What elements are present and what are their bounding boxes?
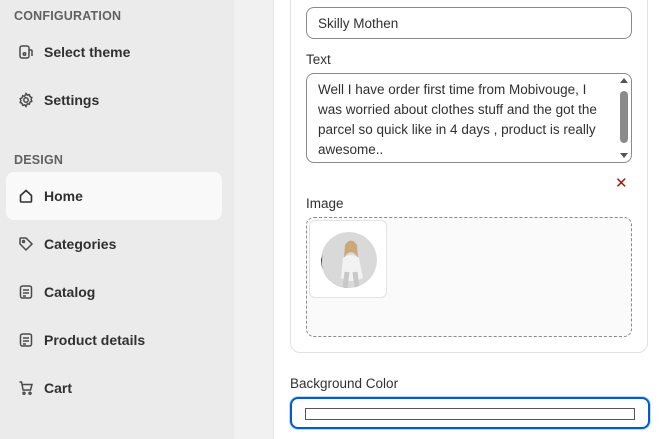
- sidebar-item-label: Categories: [44, 236, 117, 252]
- sidebar-item-label: Settings: [44, 92, 100, 108]
- sidebar-item-label: Product details: [44, 332, 146, 348]
- sidebar-item-settings[interactable]: Settings: [6, 76, 222, 124]
- sidebar-item-catalog[interactable]: Catalog: [6, 268, 222, 316]
- image-thumbnail[interactable]: [309, 220, 387, 298]
- editor-panel: Skilly Mothen Text Well I have order fir…: [275, 0, 660, 439]
- gear-icon: [18, 92, 34, 108]
- remove-icon[interactable]: ✕: [615, 174, 628, 192]
- name-input-value: Skilly Mothen: [318, 15, 399, 31]
- sidebar-item-label: Cart: [44, 380, 73, 396]
- textarea-content: Well I have order first time from Mobivo…: [318, 82, 597, 157]
- sidebar-item-home[interactable]: Home: [6, 172, 222, 220]
- background-color-input[interactable]: [290, 397, 650, 429]
- page-gutter: [234, 0, 274, 439]
- scroll-thumb[interactable]: [620, 91, 628, 143]
- design-heading: DESIGN: [14, 153, 64, 167]
- image-field-label: Image: [306, 196, 344, 211]
- name-input[interactable]: Skilly Mothen: [306, 7, 632, 39]
- color-swatch: [305, 408, 635, 420]
- background-color-label: Background Color: [290, 376, 399, 391]
- cart-icon: [18, 380, 34, 396]
- testimonial-photo: [321, 232, 377, 288]
- sidebar-item-label: Select theme: [44, 44, 131, 60]
- theme-icon: [18, 44, 34, 60]
- sidebar-item-cart[interactable]: Cart: [6, 364, 222, 412]
- tag-icon: [18, 236, 34, 252]
- catalog-icon: [18, 284, 34, 300]
- textarea-scrollbar[interactable]: [619, 77, 629, 159]
- sidebar-item-label: Catalog: [44, 284, 96, 300]
- sidebar: CONFIGURATION Select theme Settings DESI…: [0, 0, 234, 439]
- image-dropzone[interactable]: [306, 217, 632, 337]
- sidebar-item-select-theme[interactable]: Select theme: [6, 28, 222, 76]
- scroll-down-arrow[interactable]: [620, 153, 628, 158]
- text-field-label: Text: [306, 52, 331, 67]
- configuration-heading: CONFIGURATION: [14, 9, 122, 23]
- product-icon: [18, 332, 34, 348]
- sidebar-item-categories[interactable]: Categories: [6, 220, 222, 268]
- sidebar-item-product-details[interactable]: Product details: [6, 316, 222, 364]
- home-icon: [18, 188, 34, 204]
- scroll-up-arrow[interactable]: [620, 78, 628, 83]
- sidebar-item-label: Home: [44, 188, 83, 204]
- text-textarea[interactable]: Well I have order first time from Mobivo…: [306, 73, 632, 163]
